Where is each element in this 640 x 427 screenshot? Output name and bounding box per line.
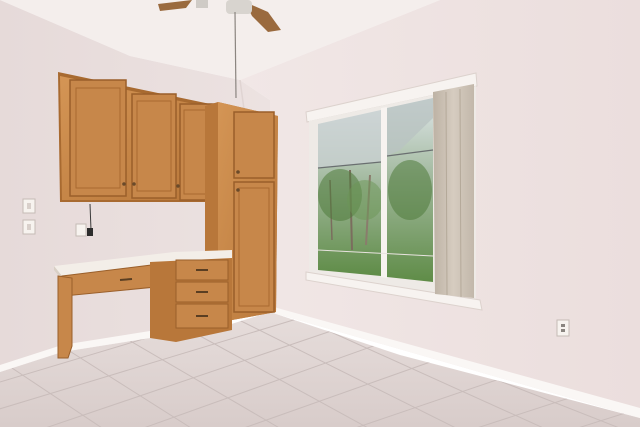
curtain-panel — [433, 84, 474, 298]
power-outlet-icon — [556, 319, 570, 337]
cabinet-door — [131, 93, 177, 199]
cabinet-door — [233, 111, 275, 179]
room-photo — [0, 0, 640, 427]
room-illustration — [0, 0, 640, 427]
cabinet-door — [233, 181, 275, 313]
cabinet-door — [69, 79, 127, 197]
window — [305, 72, 483, 311]
